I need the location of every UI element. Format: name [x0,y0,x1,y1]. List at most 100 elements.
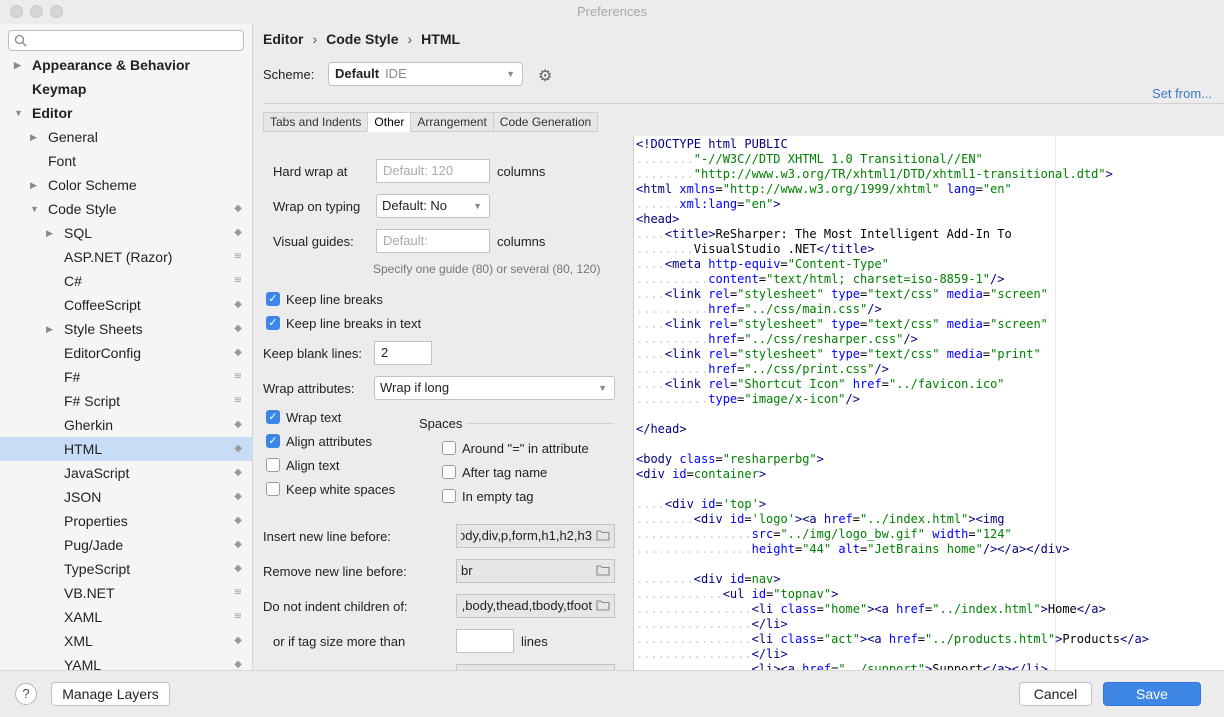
keep-blank-lines-field[interactable]: 2 [374,341,432,365]
sidebar-item-vb-net[interactable]: VB.NET ≋ [0,581,252,605]
sidebar-item-color-scheme[interactable]: ▶ Color Scheme [0,173,252,197]
sidebar-item-font[interactable]: Font [0,149,252,173]
sidebar-item-f[interactable]: F# ≋ [0,365,252,389]
chevron-right-icon[interactable]: ▶ [14,53,24,77]
align-text-checkbox[interactable] [266,458,280,472]
remove-new-line-field[interactable]: br [456,559,615,583]
cancel-button[interactable]: Cancel [1019,682,1092,706]
code-token: container [693,467,759,481]
code-token: id [729,572,745,586]
chevron-down-icon[interactable]: ▼ [30,197,40,221]
sidebar-item-json[interactable]: JSON ◆ [0,485,252,509]
tag-size-field[interactable] [456,629,514,653]
sidebar-item-editor[interactable]: ▼ Editor [0,101,252,125]
sidebar-item-gherkin[interactable]: Gherkin ◆ [0,413,252,437]
keep-white-spaces-checkbox[interactable] [266,482,280,496]
sidebar-item-sql[interactable]: ▶ SQL ◆ [0,221,252,245]
code-token: .......... [636,362,709,376]
folder-icon[interactable] [596,599,610,611]
sidebar-item-code-style[interactable]: ▼ Code Style ◆ [0,197,252,221]
code-token: xmlns [679,182,716,196]
wrap-text-checkbox[interactable]: ✓ [266,410,280,424]
scheme-name: Default [335,66,380,81]
wrap-attributes-select[interactable]: Wrap if long ▼ [374,376,615,400]
search-input[interactable] [8,30,244,51]
code-token: <div [664,497,702,511]
minimize-window-button[interactable] [30,5,43,18]
code-token: "Shortcut Icon" [737,377,846,391]
code-token: = [780,257,788,271]
in-empty-tag-checkbox[interactable] [442,489,456,503]
sidebar-item-keymap[interactable]: Keymap [0,77,252,101]
keep-line-breaks-text-checkbox[interactable]: ✓ [266,316,280,330]
code-preview[interactable]: <!DOCTYPE html PUBLIC ........"-//W3C//DT… [633,136,1224,670]
sidebar-item-f-script[interactable]: F# Script ≋ [0,389,252,413]
sidebar-item-properties[interactable]: Properties ◆ [0,509,252,533]
visual-guides-field[interactable]: Default: [376,229,490,253]
chevron-right-icon[interactable]: ▶ [30,173,40,197]
sidebar-item-typescript[interactable]: TypeScript ◆ [0,557,252,581]
code-token: "stylesheet" [737,317,824,331]
after-tag-name-checkbox[interactable] [442,465,456,479]
code-token: href [802,662,832,670]
sidebar-item-style-sheets[interactable]: ▶ Style Sheets ◆ [0,317,252,341]
gear-icon[interactable]: ⚙ [538,66,552,86]
code-token: /> [845,392,860,406]
code-line: ................src="../img/logo_bw.gif"… [636,527,1149,542]
code-token: "stylesheet" [737,287,824,301]
sidebar-item-html[interactable]: HTML ◆ [0,437,252,461]
code-token: </li> [751,617,788,631]
code-token: alt [838,542,861,556]
chevron-right-icon[interactable]: ▶ [30,125,40,149]
tab-other[interactable]: Other [367,112,411,132]
keep-line-breaks-checkbox[interactable]: ✓ [266,292,280,306]
tab-code-generation[interactable]: Code Generation [492,112,599,132]
breadcrumb-item-code-style[interactable]: Code Style [326,31,398,47]
tag-size-label: or if tag size more than [273,634,406,649]
folder-icon[interactable] [596,564,610,576]
code-token: = [715,497,723,511]
sidebar-item-asp-net-razor[interactable]: ASP.NET (Razor) ≋ [0,245,252,269]
sidebar-item-editorconfig[interactable]: EditorConfig ◆ [0,341,252,365]
sidebar-item-label: Font [48,153,77,169]
help-button[interactable]: ? [15,683,37,705]
zoom-window-button[interactable] [50,5,63,18]
do-not-indent-field[interactable]: html,body,thead,tbody,tfoot [456,594,615,618]
wrap-typing-select[interactable]: Default: No ▼ [376,194,490,218]
insert-new-line-field[interactable]: body,div,p,form,h1,h2,h3 [456,524,615,548]
sidebar-item-yaml[interactable]: YAML ◆ [0,653,252,670]
layer-icon: ≋ [233,395,242,406]
chevron-right-icon[interactable]: ▶ [46,317,56,341]
code-token: <body [636,452,680,466]
sidebar-item-coffeescript[interactable]: CoffeeScript ◆ [0,293,252,317]
chevron-down-icon[interactable]: ▼ [14,101,24,125]
sidebar-item-c[interactable]: C# ≋ [0,269,252,293]
tab-tabs-and-indents[interactable]: Tabs and Indents [263,112,368,132]
chevron-right-icon[interactable]: ▶ [46,221,56,245]
close-window-button[interactable] [10,5,23,18]
sidebar-item-xml[interactable]: XML ◆ [0,629,252,653]
layer-icon: ◆ [234,203,242,214]
align-attributes-checkbox[interactable]: ✓ [266,434,280,448]
scheme-select[interactable]: Default IDE ▼ [328,62,523,86]
save-button[interactable]: Save [1103,682,1201,706]
folder-icon[interactable] [596,529,610,541]
sidebar-item-xaml[interactable]: XAML ≋ [0,605,252,629]
manage-layers-button[interactable]: Manage Layers [51,682,170,706]
around-eq-checkbox[interactable] [442,441,456,455]
tab-bar: Tabs and Indents Other Arrangement Code Gen… [263,112,599,132]
sidebar-item-general[interactable]: ▶ General [0,125,252,149]
sidebar-item-appearance-behavior[interactable]: ▶ Appearance & Behavior [0,53,252,77]
code-token: VisualStudio .NET [693,242,817,256]
tab-arrangement[interactable]: Arrangement [410,112,493,132]
hard-wrap-field[interactable]: Default: 120 [376,159,490,183]
code-token: <li [751,602,781,616]
set-from-link[interactable]: Set from... [1152,86,1212,101]
code-token: "http://www.w3.org/TR/xhtml1/DTD/xhtml1-… [693,167,1106,181]
breadcrumb-item-editor[interactable]: Editor [263,31,303,47]
code-line: ........<div id=nav> [636,572,1149,587]
code-line: ........VisualStudio .NET</title> [636,242,1149,257]
sidebar-item-pug-jade[interactable]: Pug/Jade ◆ [0,533,252,557]
code-token: "44" [802,542,832,556]
sidebar-item-javascript[interactable]: JavaScript ◆ [0,461,252,485]
